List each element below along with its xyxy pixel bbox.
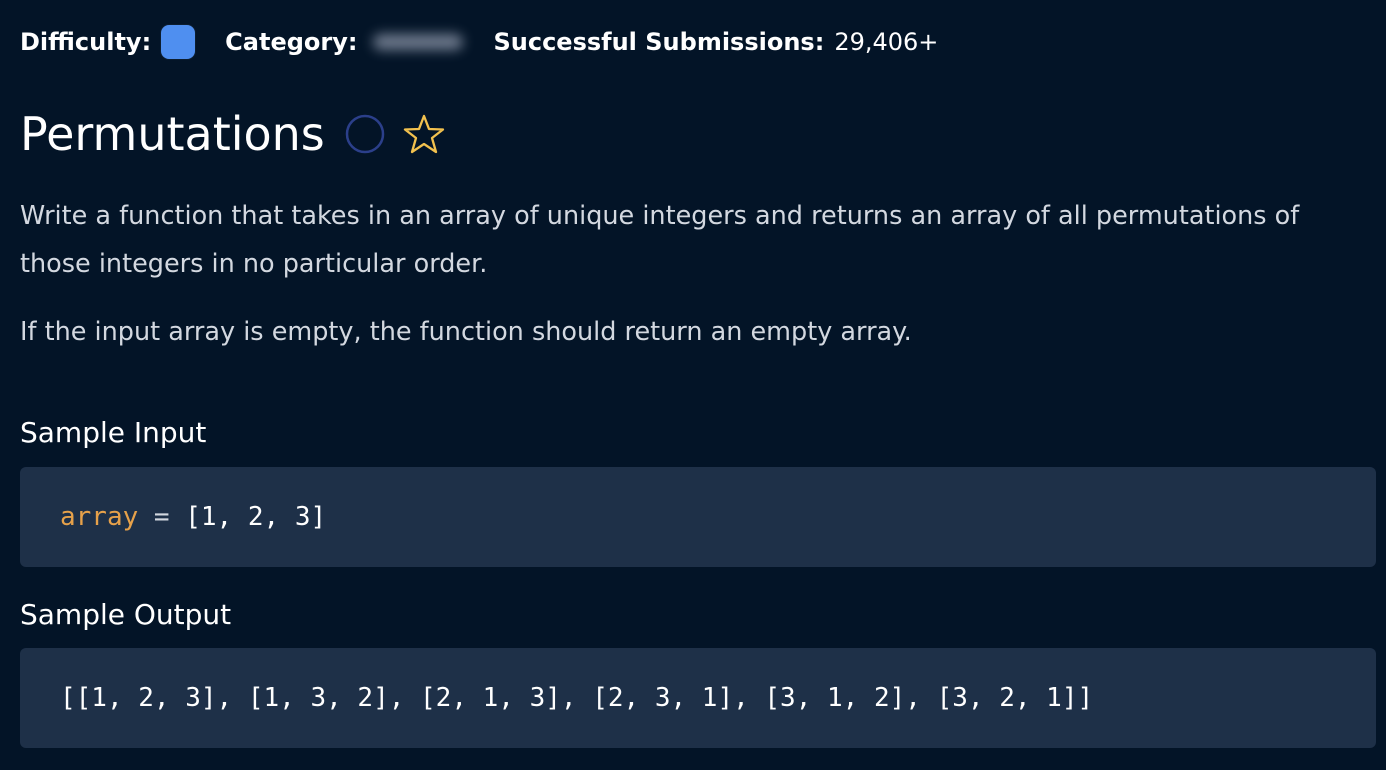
title-row: Permutations (20, 104, 445, 164)
difficulty-label: Difficulty: (20, 28, 152, 56)
code-operator: = (138, 502, 186, 532)
problem-description-empty-case: If the input array is empty, the functio… (20, 317, 912, 347)
problem-meta: Difficulty: Category: Successful Submiss… (20, 22, 938, 62)
code-input-value: [1, 2, 3] (185, 502, 327, 532)
submissions-count: 29,406+ (834, 28, 939, 56)
code-variable: array (60, 502, 139, 532)
category-group: Category: (225, 28, 493, 56)
sample-output-heading: Sample Output (20, 598, 232, 631)
sample-input-heading: Sample Input (20, 416, 207, 449)
code-output-value: [[1, 2, 3], [1, 3, 2], [2, 1, 3], [2, 3,… (60, 683, 1094, 713)
submissions-group: Successful Submissions: 29,406+ (493, 28, 938, 56)
category-label: Category: (225, 28, 358, 56)
star-outline-icon[interactable] (403, 113, 445, 155)
problem-title: Permutations (20, 107, 325, 161)
problem-page: Difficulty: Category: Successful Submiss… (0, 0, 1386, 770)
submissions-label: Successful Submissions: (493, 28, 825, 56)
difficulty-group: Difficulty: (20, 25, 225, 59)
sample-output-code: [[1, 2, 3], [1, 3, 2], [2, 1, 3], [2, 3,… (20, 648, 1376, 748)
problem-description: Write a function that takes in an array … (20, 201, 1300, 279)
sample-input-code: array = [1, 2, 3] (20, 467, 1376, 567)
category-value-blurred (373, 34, 464, 50)
circle-outline-icon[interactable] (345, 114, 385, 154)
difficulty-badge (161, 25, 196, 59)
